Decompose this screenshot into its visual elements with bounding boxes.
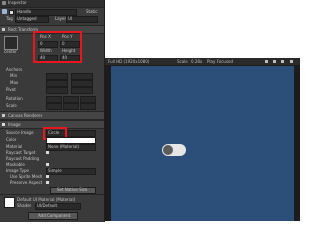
raycast-target-label: Raycast Target (6, 150, 36, 155)
inspector-panel: Inspector Handle Static Tag Untagged Lay… (0, 0, 105, 222)
image-type-label: Image Type (6, 168, 29, 173)
layer-dropdown[interactable]: UI (66, 16, 98, 23)
image-enabled-checkbox[interactable] (2, 123, 5, 126)
rotation-label: Rotation (6, 96, 23, 101)
rotation-y-field[interactable] (63, 96, 79, 103)
pivot-label: Pivot (6, 87, 16, 92)
material-preview-icon (4, 197, 15, 208)
raycast-padding-label[interactable]: Raycast Padding (6, 157, 39, 161)
color-label: Color (6, 137, 17, 142)
use-sprite-mesh-checkbox[interactable] (46, 175, 49, 178)
scale-label: Scale (177, 59, 188, 64)
image-type-dropdown[interactable]: Simple (46, 168, 96, 175)
material-field[interactable]: None (Material) (46, 144, 96, 151)
anchor-min-y-field[interactable] (71, 73, 93, 80)
stats-icon[interactable] (273, 60, 276, 63)
toggle-switch[interactable] (162, 144, 186, 156)
inspector-tab-bar: Inspector (0, 0, 104, 8)
scale-x-field[interactable] (46, 103, 62, 110)
anchor-max-x-field[interactable] (46, 80, 68, 87)
object-name-field[interactable]: Handle (15, 9, 77, 16)
mute-audio-icon[interactable] (265, 60, 268, 63)
raycast-target-checkbox[interactable] (46, 151, 49, 154)
game-view-toolbar: Full HD (1920x1080) Scale 0.28x Play Foc… (105, 58, 300, 65)
max-label: Max (10, 80, 19, 85)
add-component-button[interactable]: Add Component (28, 212, 78, 220)
gameobject-icon (2, 9, 7, 14)
divider (0, 194, 104, 195)
active-checkbox[interactable] (9, 10, 14, 15)
rotation-z-field[interactable] (80, 96, 96, 103)
menu-icon[interactable] (290, 60, 293, 63)
preserve-aspect-label: Preserve Aspect (10, 180, 43, 185)
play-focused-dropdown[interactable]: Play Focused (207, 59, 233, 64)
color-swatch[interactable] (46, 137, 96, 144)
gizmos-icon[interactable] (281, 60, 284, 63)
game-canvas (111, 66, 294, 221)
anchors-label[interactable]: Anchors (6, 68, 22, 72)
shader-label: Shader (17, 203, 32, 208)
tag-label: Tag (6, 16, 13, 21)
use-sprite-mesh-label: Use Sprite Mesh (10, 174, 43, 179)
toggle-handle[interactable] (163, 145, 173, 155)
anchor-preset-button[interactable] (4, 36, 18, 50)
pivot-x-field[interactable] (46, 87, 68, 94)
material-label: Material (6, 144, 23, 149)
set-native-size-button[interactable]: Set Native Size (50, 187, 96, 194)
anchor-min-x-field[interactable] (46, 73, 68, 80)
maskable-label: Maskable (6, 162, 25, 167)
min-label: Min (10, 73, 18, 78)
anchor-max-y-field[interactable] (71, 80, 93, 87)
canvas-renderer-icon (2, 114, 5, 117)
scale-value[interactable]: 0.28x (191, 59, 202, 64)
canvas-renderer-header[interactable]: Canvas Renderer (0, 111, 104, 120)
scale-label: Scale (6, 103, 17, 108)
game-view: Full HD (1920x1080) Scale 0.28x Play Foc… (105, 58, 300, 221)
highlight-position-size (33, 31, 82, 63)
inspector-tab-title[interactable]: Inspector (8, 1, 27, 5)
preserve-aspect-checkbox[interactable] (46, 181, 49, 184)
source-image-label: Source Image (6, 130, 34, 135)
layer-label: Layer (55, 16, 67, 21)
tag-dropdown[interactable]: Untagged (15, 16, 49, 23)
pivot-y-field[interactable] (71, 87, 93, 94)
rotation-x-field[interactable] (46, 96, 62, 103)
shader-dropdown[interactable]: UI/Default (35, 203, 81, 210)
scale-z-field[interactable] (80, 103, 96, 110)
anchor-label: center (4, 49, 17, 54)
maskable-checkbox[interactable] (46, 163, 49, 166)
material-section-title[interactable]: Default UI Material (Material) (17, 198, 75, 202)
static-label[interactable]: Static (86, 10, 97, 14)
rect-transform-icon (2, 28, 5, 31)
scale-y-field[interactable] (63, 103, 79, 110)
resolution-dropdown[interactable]: Full HD (1920x1080) (108, 59, 149, 64)
info-icon (2, 1, 6, 5)
